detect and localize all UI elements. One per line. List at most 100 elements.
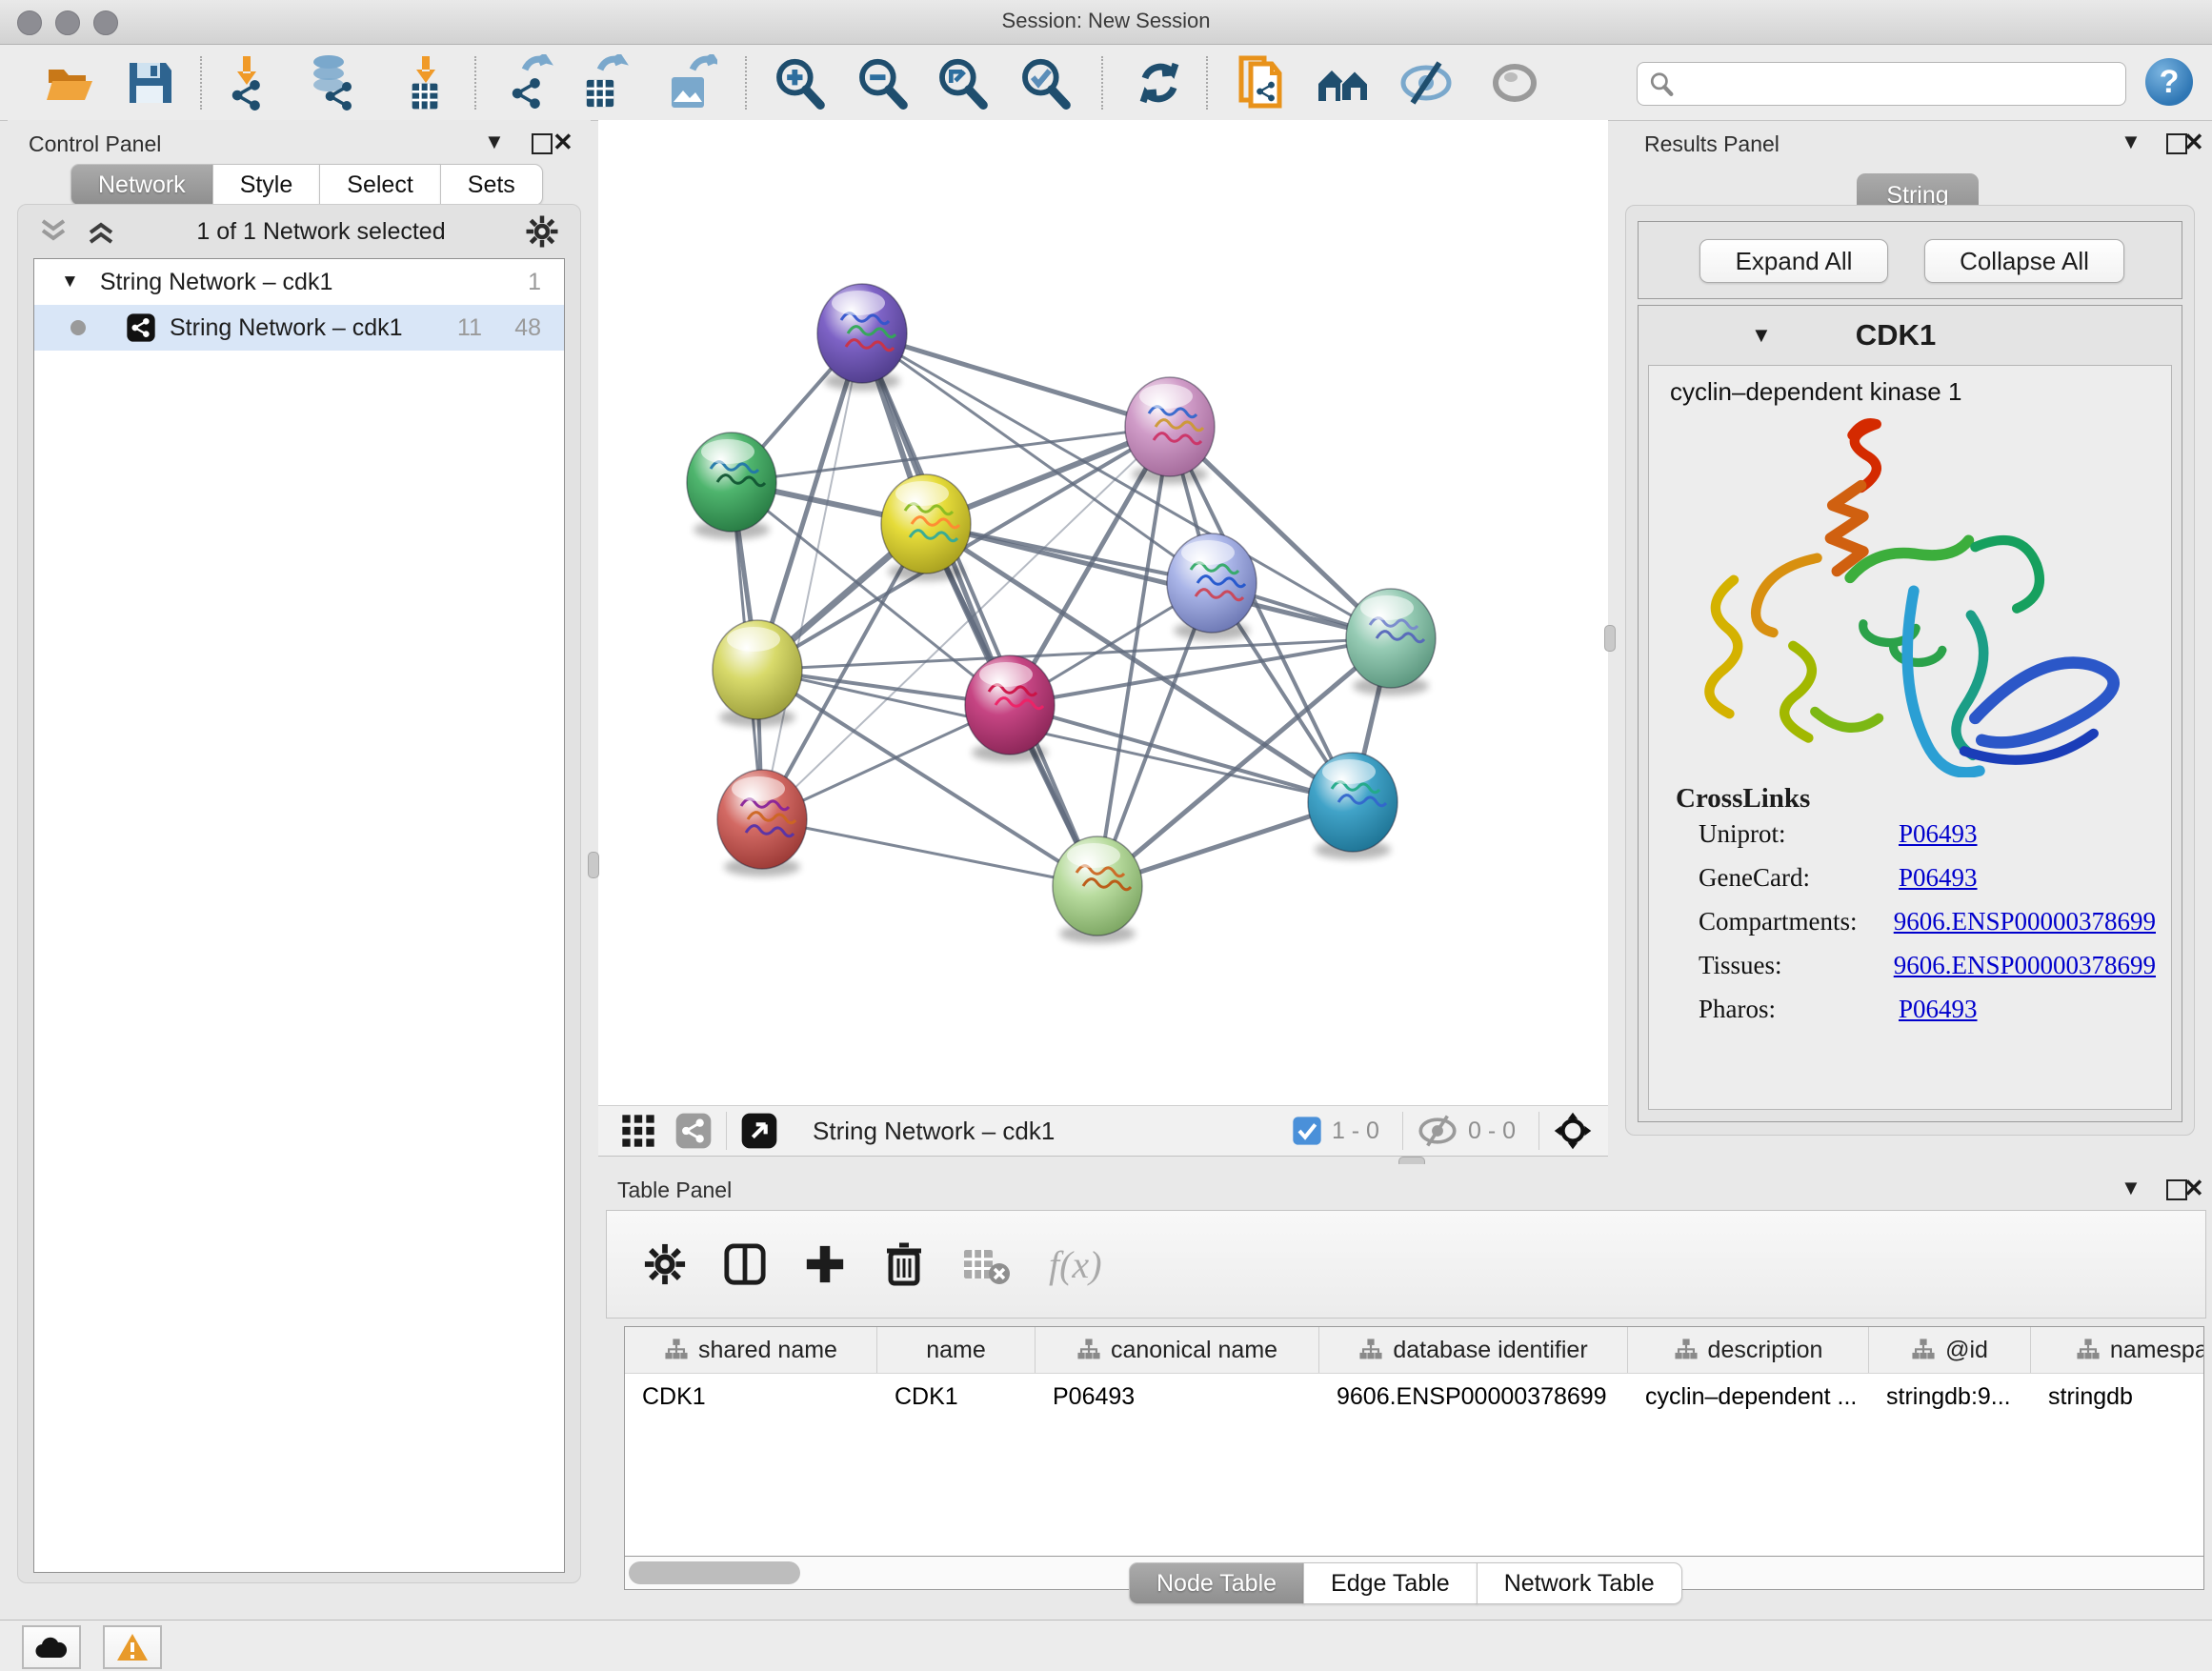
crosslink-link[interactable]: P06493 xyxy=(1899,819,1978,863)
table-cell[interactable]: stringdb:9... xyxy=(1869,1373,2031,1420)
network-node-CDC25B[interactable] xyxy=(687,433,776,539)
table-row[interactable]: CDK1CDK1P064939606.ENSP00000378699cyclin… xyxy=(625,1373,2204,1420)
collection-expander-icon[interactable]: ▼ xyxy=(61,272,79,292)
tab-network-table[interactable]: Network Table xyxy=(1477,1562,1682,1604)
tab-select[interactable]: Select xyxy=(319,164,440,206)
table-cell[interactable]: cyclin–dependent ... xyxy=(1628,1373,1869,1420)
table-panel-float-button[interactable]: ▼ xyxy=(2121,1176,2142,1200)
network-row-selected[interactable]: String Network – cdk1 11 48 xyxy=(34,305,564,351)
column-header-description[interactable]: description xyxy=(1628,1327,1869,1373)
hide-details-button[interactable] xyxy=(1396,52,1457,113)
import-network-file-button[interactable] xyxy=(216,52,277,113)
network-node-CCNA1[interactable] xyxy=(1125,377,1215,484)
table-cell[interactable]: 9606.ENSP00000378699 xyxy=(1319,1373,1628,1420)
crosslink-link[interactable]: 9606.ENSP00000378699 xyxy=(1894,951,2156,995)
control-panel: Control Panel ▼ ✕ NetworkStyleSelectSets… xyxy=(8,120,591,1591)
network-node-CDKN1A[interactable] xyxy=(1308,753,1398,859)
fit-selection-crosshair-icon[interactable] xyxy=(1553,1111,1593,1151)
network-edge[interactable] xyxy=(926,524,1391,638)
export-table-button[interactable] xyxy=(572,52,633,113)
network-view-canvas[interactable]: CCNB2CCNA1CDC25BCDK1CDC6RB1CCNB1CCNA2CDK… xyxy=(598,120,1608,1105)
network-node-CCNE1[interactable] xyxy=(1053,836,1142,943)
export-image-button[interactable] xyxy=(660,52,721,113)
delete-table-icon[interactable] xyxy=(961,1243,1011,1285)
apply-layout-button[interactable] xyxy=(1129,52,1190,113)
tab-network[interactable]: Network xyxy=(70,164,213,206)
tab-sets[interactable]: Sets xyxy=(440,164,543,206)
network-current-dot xyxy=(70,320,86,335)
zoom-out-button[interactable] xyxy=(852,52,913,113)
control-panel-float-button[interactable]: ▼ xyxy=(484,130,505,154)
zoom-selected-button[interactable] xyxy=(1015,52,1076,113)
function-builder-icon[interactable]: f(x) xyxy=(1049,1242,1102,1287)
selected-checkbox-icon[interactable] xyxy=(1292,1116,1322,1146)
table-cell[interactable]: CDK1 xyxy=(625,1373,877,1420)
search-input[interactable] xyxy=(1674,70,2078,97)
help-button[interactable]: ? xyxy=(2145,58,2193,106)
column-header-name[interactable]: name xyxy=(877,1327,1036,1373)
search-field[interactable] xyxy=(1637,62,2126,106)
network-node-CDK1[interactable] xyxy=(881,474,971,581)
import-table-file-button[interactable] xyxy=(395,52,456,113)
zoom-fit-button[interactable] xyxy=(932,52,993,113)
network-edge[interactable] xyxy=(1097,427,1170,886)
expand-all-networks-icon[interactable] xyxy=(85,217,117,246)
network-node-CDC6[interactable] xyxy=(1167,534,1257,640)
network-options-gear-icon[interactable] xyxy=(525,214,559,249)
network-node-RB1[interactable] xyxy=(1346,589,1436,695)
right-splitter-handle[interactable] xyxy=(1604,625,1616,652)
table-settings-gear-icon[interactable] xyxy=(643,1242,687,1286)
import-network-database-button[interactable] xyxy=(301,52,362,113)
table-cell[interactable]: stringdb xyxy=(2031,1373,2204,1420)
results-panel-close-button[interactable]: ✕ xyxy=(2183,128,2204,157)
delete-column-trash-icon[interactable] xyxy=(883,1241,925,1287)
scrollbar-thumb[interactable] xyxy=(629,1561,800,1584)
left-splitter-handle[interactable] xyxy=(588,852,599,878)
show-details-button[interactable] xyxy=(1484,52,1545,113)
column-header-@id[interactable]: @id xyxy=(1869,1327,2031,1373)
network-overview-icon[interactable] xyxy=(674,1112,713,1150)
column-header-canonical-name[interactable]: canonical name xyxy=(1036,1327,1319,1373)
network-edge[interactable] xyxy=(862,333,1170,427)
tab-node-table[interactable]: Node Table xyxy=(1129,1562,1304,1604)
tab-style[interactable]: Style xyxy=(212,164,321,206)
results-panel-float-button[interactable]: ▼ xyxy=(2121,130,2142,154)
crosslink-link[interactable]: P06493 xyxy=(1899,995,1978,1038)
warnings-button[interactable] xyxy=(103,1625,162,1669)
open-session-button[interactable] xyxy=(39,52,100,113)
expand-all-button[interactable]: Expand All xyxy=(1699,239,1888,283)
birdseye-grid-icon[interactable] xyxy=(619,1112,657,1150)
detach-view-icon[interactable] xyxy=(740,1112,778,1150)
control-panel-close-button[interactable]: ✕ xyxy=(553,128,573,157)
hidden-eye-slash-icon[interactable] xyxy=(1417,1115,1458,1147)
section-expander-icon[interactable]: ▼ xyxy=(1751,323,1772,348)
tab-edge-table[interactable]: Edge Table xyxy=(1303,1562,1478,1604)
network-node-CCNB1[interactable] xyxy=(713,620,802,727)
column-header-namespace[interactable]: namespace xyxy=(2031,1327,2204,1373)
result-section-header[interactable]: ▼ CDK1 xyxy=(1639,306,2182,365)
network-node-CCNA2[interactable] xyxy=(965,655,1055,762)
column-header-shared-name[interactable]: shared name xyxy=(625,1327,877,1373)
export-network-icon xyxy=(504,54,557,111)
network-node-CCNB2[interactable] xyxy=(817,284,907,391)
network-edge[interactable] xyxy=(762,427,1170,819)
cloud-button[interactable] xyxy=(22,1625,81,1669)
save-session-button[interactable] xyxy=(119,52,180,113)
show-home-button[interactable] xyxy=(1313,52,1374,113)
collapse-all-networks-icon[interactable] xyxy=(37,217,70,246)
crosslink-link[interactable]: P06493 xyxy=(1899,863,1978,907)
new-network-from-selection-button[interactable] xyxy=(1230,52,1291,113)
collapse-all-button[interactable]: Collapse All xyxy=(1924,239,2124,283)
column-header-database-identifier[interactable]: database identifier xyxy=(1319,1327,1628,1373)
table-panel-close-button[interactable]: ✕ xyxy=(2183,1174,2204,1203)
table-cell[interactable]: CDK1 xyxy=(877,1373,1036,1420)
crosslink-link[interactable]: 9606.ENSP00000378699 xyxy=(1894,907,2156,951)
network-node-HIST1H1A[interactable] xyxy=(717,770,807,876)
show-columns-icon[interactable] xyxy=(723,1242,767,1286)
export-network-button[interactable] xyxy=(500,52,561,113)
add-column-plus-icon[interactable] xyxy=(803,1242,847,1286)
control-panel-maximize-button[interactable] xyxy=(532,133,553,154)
zoom-in-button[interactable] xyxy=(769,52,830,113)
network-collection-row[interactable]: ▼ String Network – cdk1 1 xyxy=(34,259,564,305)
table-cell[interactable]: P06493 xyxy=(1036,1373,1319,1420)
